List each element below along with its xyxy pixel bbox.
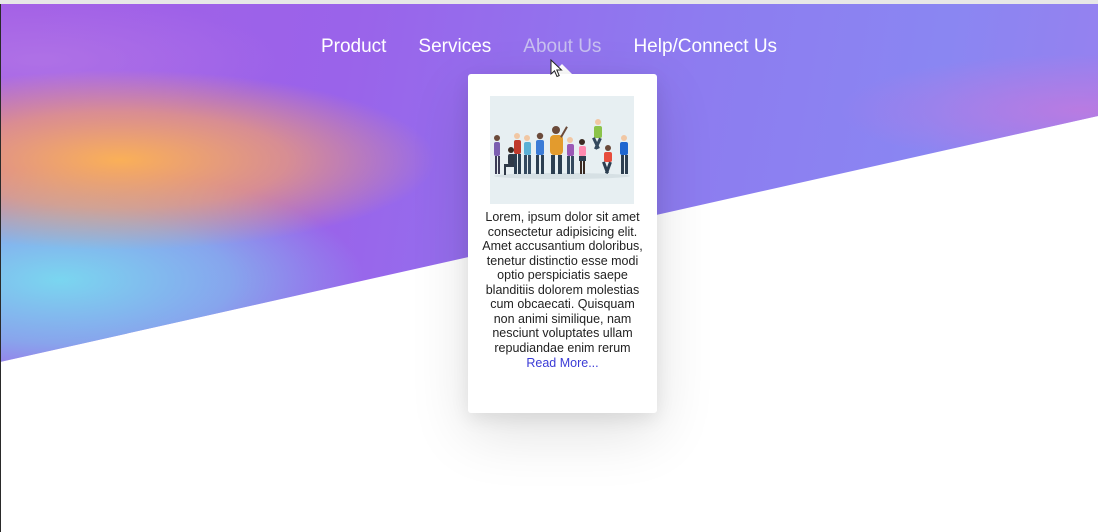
page: Product Services About Us Help/Connect U…: [0, 0, 1098, 532]
left-border: [0, 4, 1, 532]
top-border: [0, 0, 1098, 4]
nav-item-about-us[interactable]: About Us: [523, 33, 601, 61]
read-more-link[interactable]: Read More...: [482, 355, 643, 371]
nav-list: Product Services About Us Help/Connect U…: [321, 33, 777, 61]
people-illustration-icon: [490, 96, 634, 204]
team-illustration: [490, 96, 634, 204]
about-us-paragraph: Lorem, ipsum dolor sit amet consectetur …: [482, 210, 643, 355]
mouse-pointer-icon: [550, 59, 563, 78]
nav-item-help-connect-us[interactable]: Help/Connect Us: [633, 33, 777, 61]
about-us-description: Lorem, ipsum dolor sit amet consectetur …: [482, 210, 643, 371]
nav-item-product[interactable]: Product: [321, 33, 386, 61]
nav-item-services[interactable]: Services: [418, 33, 491, 61]
main-nav: Product Services About Us Help/Connect U…: [0, 33, 1098, 61]
about-us-dropdown: Lorem, ipsum dolor sit amet consectetur …: [468, 74, 657, 413]
